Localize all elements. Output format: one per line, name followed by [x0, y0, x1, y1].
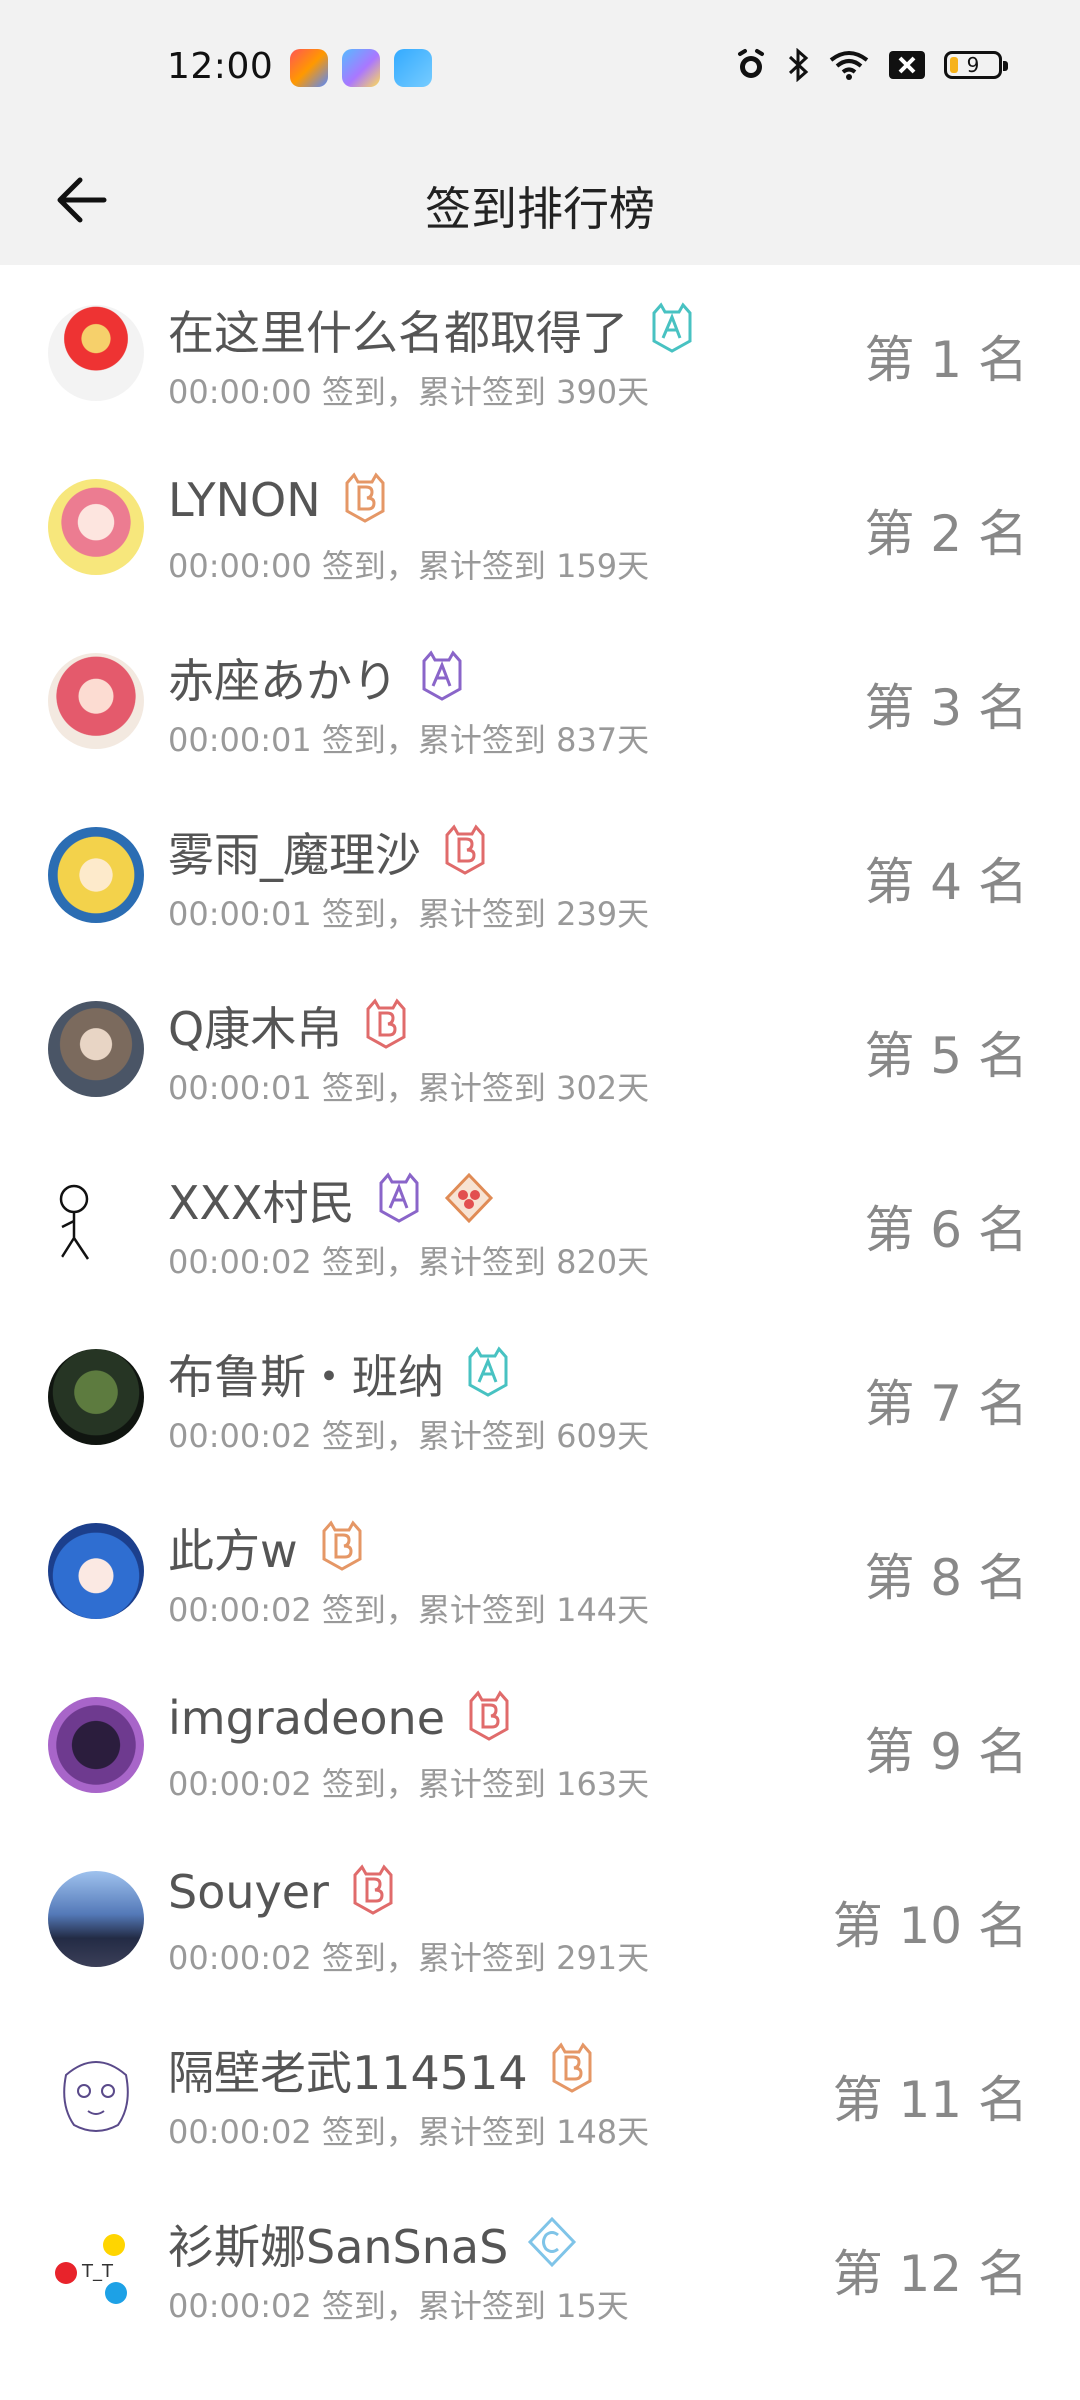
username[interactable]: 赤座あかり — [168, 645, 398, 711]
rank-label: 第 6 名 — [864, 1201, 1028, 1259]
svg-text:T_T: T_T — [81, 2261, 114, 2282]
battery-level: 9 — [966, 53, 980, 77]
rank-label: 第 2 名 — [864, 505, 1028, 563]
avatar[interactable] — [48, 1349, 144, 1445]
notification-app-icon-3 — [394, 49, 432, 87]
avatar[interactable] — [48, 827, 144, 923]
list-item[interactable]: T_T 衫斯娜SanSnaS 00:00:02 签到，累计签到 15天 第 12… — [0, 2179, 1080, 2353]
checkin-info: 00:00:02 签到，累计签到 15天 — [168, 2287, 629, 2325]
notification-app-icon-2 — [342, 49, 380, 87]
dots-avatar-icon: T_T — [55, 2234, 127, 2304]
sketch-avatar-icon — [63, 2061, 129, 2132]
avatar[interactable] — [48, 2045, 144, 2141]
level-b-badge — [439, 823, 491, 881]
level-a-badge — [373, 1171, 425, 1229]
list-item[interactable]: imgradeone 00:00:02 签到，累计签到 163天 第 9 名 — [0, 1657, 1080, 1831]
level-c-badge — [526, 2215, 578, 2273]
checkin-info: 00:00:01 签到，累计签到 239天 — [168, 895, 650, 933]
level-b-badge — [339, 471, 391, 529]
stick-figure-icon — [59, 1184, 90, 1260]
rank-label: 第 7 名 — [864, 1375, 1028, 1433]
list-item[interactable]: XXX村民 00:00:02 签到，累计签到 820天 第 6 名 — [0, 1135, 1080, 1309]
checkin-info: 00:00:02 签到，累计签到 144天 — [168, 1591, 650, 1629]
rank-label: 第 10 名 — [832, 1897, 1028, 1955]
avatar[interactable] — [48, 479, 144, 575]
avatar[interactable] — [48, 1175, 144, 1271]
checkin-info: 00:00:01 签到，累计签到 302天 — [168, 1069, 650, 1107]
username[interactable]: Souyer — [168, 1865, 329, 1919]
flower-badge — [443, 1171, 495, 1229]
level-a-badge — [462, 1345, 514, 1403]
rank-label: 第 9 名 — [864, 1723, 1028, 1781]
rank-label: 第 5 名 — [864, 1027, 1028, 1085]
alarm-icon — [738, 49, 764, 78]
level-b-badge — [360, 997, 412, 1055]
level-b-badge — [316, 1519, 368, 1577]
avatar[interactable] — [48, 1523, 144, 1619]
list-item[interactable]: 雾雨_魔理沙 00:00:01 签到，累计签到 239天 第 4 名 — [0, 787, 1080, 961]
checkin-info: 00:00:02 签到，累计签到 820天 — [168, 1243, 650, 1281]
avatar[interactable] — [48, 1001, 144, 1097]
list-item[interactable]: 在这里什么名都取得了 00:00:00 签到，累计签到 390天 第 1 名 — [0, 265, 1080, 439]
bluetooth-icon — [788, 48, 809, 82]
rank-label: 第 3 名 — [864, 679, 1028, 737]
avatar[interactable] — [48, 305, 144, 401]
list-item[interactable]: 隔壁老武114514 00:00:02 签到，累计签到 148天 第 11 名 — [0, 2005, 1080, 2179]
avatar[interactable] — [48, 653, 144, 749]
username[interactable]: imgradeone — [168, 1691, 445, 1745]
rank-label: 第 4 名 — [864, 853, 1028, 911]
checkin-info: 00:00:01 签到，累计签到 837天 — [168, 721, 650, 759]
leaderboard-list: 在这里什么名都取得了 00:00:00 签到，累计签到 390天 第 1 名 L… — [0, 265, 1080, 2353]
username[interactable]: Q康木帛 — [168, 993, 342, 1059]
username[interactable]: 布鲁斯・班纳 — [168, 1341, 444, 1407]
rank-label: 第 1 名 — [864, 331, 1028, 389]
checkin-info: 00:00:02 签到，累计签到 609天 — [168, 1417, 650, 1455]
checkin-info: 00:00:00 签到，累计签到 390天 — [168, 373, 650, 411]
avatar[interactable]: T_T — [48, 2219, 144, 2315]
list-item[interactable]: 此方w 00:00:02 签到，累计签到 144天 第 8 名 — [0, 1483, 1080, 1657]
username[interactable]: 衫斯娜SanSnaS — [168, 2211, 508, 2277]
app-header: 签到排行榜 — [0, 135, 1080, 265]
checkin-info: 00:00:02 签到，累计签到 163天 — [168, 1765, 650, 1803]
level-b-badge — [347, 1863, 399, 1921]
username[interactable]: 在这里什么名都取得了 — [168, 297, 628, 363]
status-time: 12:00 — [167, 46, 274, 87]
rank-label: 第 8 名 — [864, 1549, 1028, 1607]
battery-icon: 9 — [944, 51, 1008, 79]
status-icons: 9 — [734, 48, 1008, 82]
rank-label: 第 11 名 — [832, 2071, 1028, 2129]
status-bar: 12:00 9 — [0, 0, 1080, 135]
level-a-badge — [646, 301, 698, 359]
level-b-badge — [463, 1689, 515, 1747]
checkin-info: 00:00:00 签到，累计签到 159天 — [168, 547, 650, 585]
sim-off-icon — [889, 51, 925, 79]
wifi-icon — [829, 51, 869, 80]
username[interactable]: 此方w — [168, 1515, 298, 1581]
list-item[interactable]: Souyer 00:00:02 签到，累计签到 291天 第 10 名 — [0, 1831, 1080, 2005]
username[interactable]: 雾雨_魔理沙 — [168, 819, 421, 885]
rank-label: 第 12 名 — [832, 2245, 1028, 2303]
notification-app-icon-1 — [290, 49, 328, 87]
level-a-badge — [416, 649, 468, 707]
list-item[interactable]: LYNON 00:00:00 签到，累计签到 159天 第 2 名 — [0, 439, 1080, 613]
list-item[interactable]: 布鲁斯・班纳 00:00:02 签到，累计签到 609天 第 7 名 — [0, 1309, 1080, 1483]
username[interactable]: XXX村民 — [168, 1167, 355, 1233]
avatar[interactable] — [48, 1697, 144, 1793]
checkin-info: 00:00:02 签到，累计签到 291天 — [168, 1939, 650, 1977]
level-b-badge — [546, 2041, 598, 2099]
list-item[interactable]: Q康木帛 00:00:01 签到，累计签到 302天 第 5 名 — [0, 961, 1080, 1135]
list-item[interactable]: 赤座あかり 00:00:01 签到，累计签到 837天 第 3 名 — [0, 613, 1080, 787]
username[interactable]: 隔壁老武114514 — [168, 2037, 528, 2103]
username[interactable]: LYNON — [168, 473, 321, 527]
avatar[interactable] — [48, 1871, 144, 1967]
page-title: 签到排行榜 — [425, 182, 655, 236]
checkin-info: 00:00:02 签到，累计签到 148天 — [168, 2113, 650, 2151]
